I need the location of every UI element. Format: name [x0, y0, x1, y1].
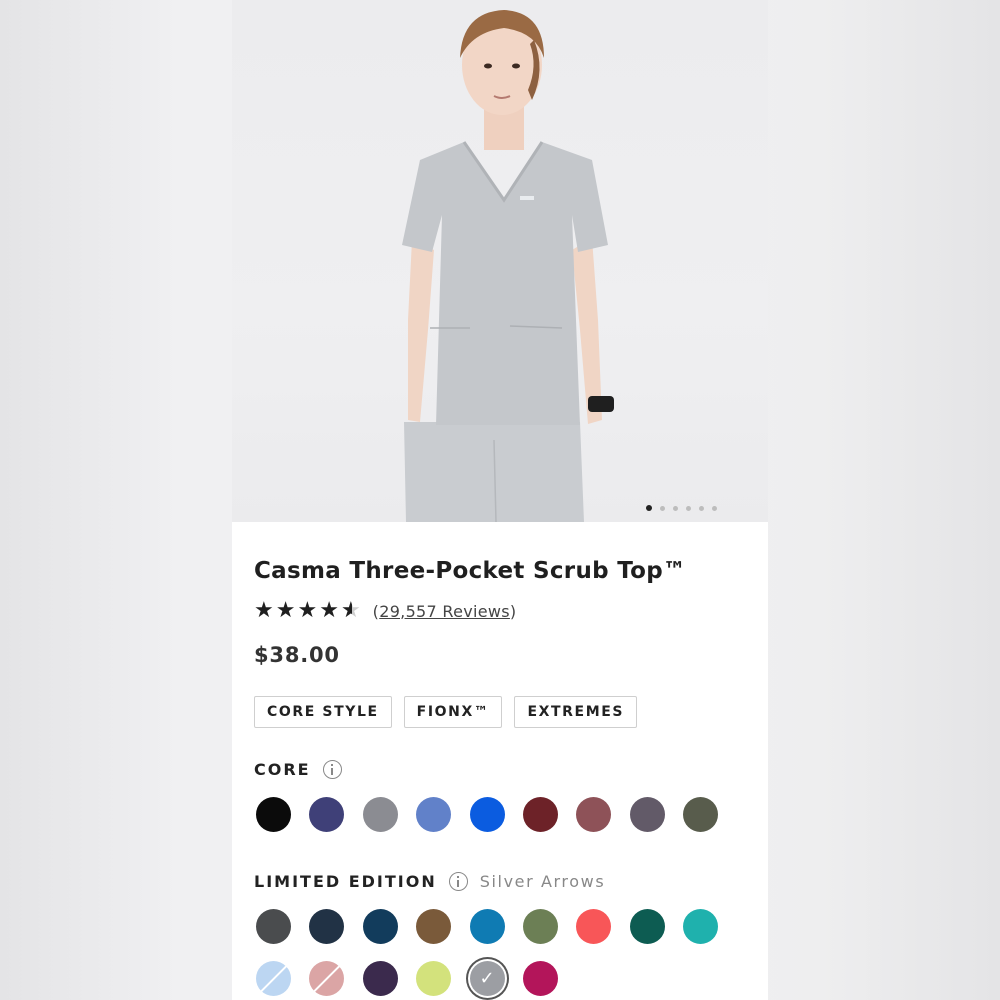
- product-title: Casma Three-Pocket Scrub Top™: [254, 558, 687, 584]
- color-swatch[interactable]: [683, 797, 719, 832]
- style-selector: CORE STYLE FIONX™ EXTREMES: [254, 696, 638, 728]
- carousel-dot[interactable]: [712, 505, 717, 511]
- reviews-count: (29,557 Reviews): [372, 601, 517, 621]
- style-fionx-button[interactable]: FIONX™: [403, 696, 503, 728]
- color-swatch[interactable]: [576, 797, 612, 832]
- selected-color-name: Silver Arrows: [479, 872, 606, 891]
- info-icon[interactable]: [448, 872, 468, 891]
- limited-edition-label: LIMITED EDITION: [254, 872, 437, 891]
- color-swatch[interactable]: [309, 909, 345, 944]
- core-colors-heading: CORE: [254, 760, 342, 779]
- carousel-dot[interactable]: [646, 505, 652, 511]
- product-panel: Casma Three-Pocket Scrub Top™ ★ ★ ★ ★ ★ ★…: [232, 0, 768, 1000]
- color-swatch[interactable]: [469, 909, 505, 944]
- product-photo: [402, 10, 614, 522]
- color-swatch[interactable]: [469, 797, 505, 832]
- color-swatch[interactable]: [683, 909, 719, 944]
- color-swatch[interactable]: [362, 909, 398, 944]
- carousel-dot[interactable]: [686, 505, 691, 511]
- limited-color-swatches-row2: ✓: [256, 961, 558, 996]
- carousel-dots: [646, 504, 717, 512]
- color-swatch[interactable]: [522, 909, 558, 944]
- star-icon: ★: [275, 598, 296, 623]
- star-rating: ★ ★ ★ ★ ★ ★: [254, 600, 361, 622]
- color-swatch[interactable]: [256, 961, 291, 996]
- color-swatch[interactable]: [629, 797, 665, 832]
- color-swatch[interactable]: [629, 909, 665, 944]
- color-swatch[interactable]: ✓: [469, 961, 505, 996]
- star-icon: ★: [319, 598, 339, 623]
- color-swatch[interactable]: [362, 961, 398, 996]
- reviews-link[interactable]: 29,557 Reviews: [379, 602, 510, 621]
- product-image-gallery[interactable]: [232, 0, 768, 522]
- color-swatch[interactable]: [416, 961, 452, 996]
- color-swatch[interactable]: [522, 961, 558, 996]
- carousel-dot[interactable]: [660, 505, 665, 511]
- product-rating: ★ ★ ★ ★ ★ ★ (29,557 Reviews): [254, 600, 516, 622]
- half-star-icon: ★ ★: [340, 598, 361, 623]
- color-swatch[interactable]: [416, 797, 452, 832]
- limited-color-swatches-row1: [256, 909, 719, 944]
- color-swatch[interactable]: [576, 909, 612, 944]
- core-label: CORE: [254, 760, 311, 779]
- star-icon: ★: [254, 598, 274, 623]
- core-color-swatches: [256, 797, 719, 832]
- star-icon: ★: [297, 598, 318, 623]
- carousel-dot[interactable]: [699, 505, 704, 511]
- carousel-dot[interactable]: [673, 505, 678, 511]
- color-swatch[interactable]: [522, 797, 558, 832]
- color-swatch[interactable]: [309, 797, 345, 832]
- color-swatch[interactable]: [256, 797, 291, 832]
- check-icon: ✓: [479, 968, 495, 989]
- product-price: $38.00: [254, 643, 340, 667]
- color-swatch[interactable]: [309, 961, 345, 996]
- color-swatch[interactable]: [416, 909, 452, 944]
- style-extremes-button[interactable]: EXTREMES: [514, 696, 638, 728]
- limited-colors-heading: LIMITED EDITION Silver Arrows: [254, 872, 605, 891]
- color-swatch[interactable]: [362, 797, 398, 832]
- style-core-button[interactable]: CORE STYLE: [254, 696, 392, 728]
- info-icon[interactable]: [322, 760, 342, 779]
- color-swatch[interactable]: [256, 909, 291, 944]
